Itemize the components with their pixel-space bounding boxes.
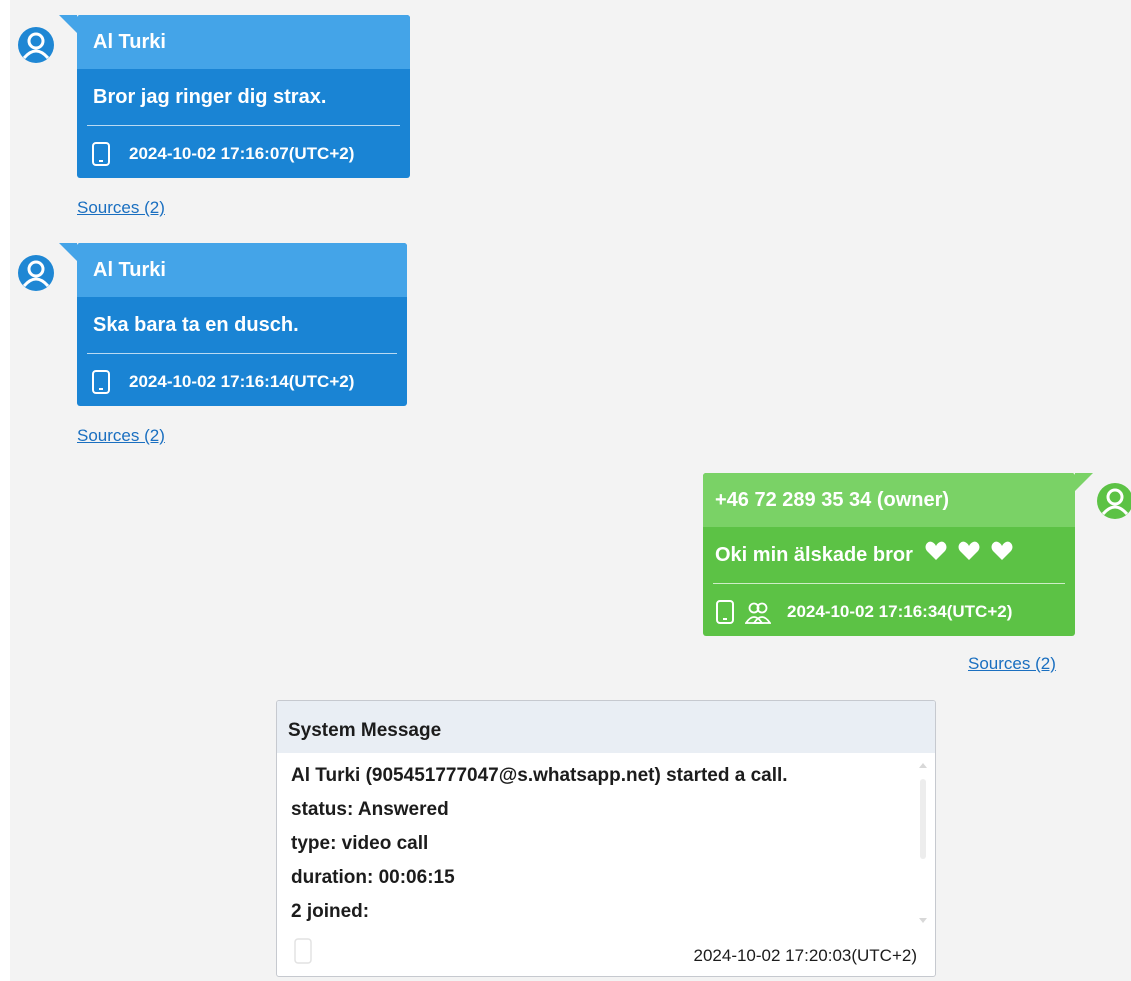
- message-content: Oki min älskade bror: [703, 527, 1075, 583]
- system-message-timestamp: 2024-10-02 17:20:03(UTC+2): [693, 946, 918, 965]
- owner-avatar-icon: [1097, 483, 1131, 519]
- system-message-line: type: video call: [291, 833, 429, 854]
- scroll-down-icon[interactable]: [919, 918, 927, 923]
- heart-icon: [924, 528, 948, 584]
- heart-icon: [957, 528, 981, 584]
- system-message-line: duration: 00:06:15: [291, 867, 455, 888]
- bubble-tail: [1075, 473, 1093, 491]
- message-text: Oki min älskade bror: [715, 544, 913, 566]
- heart-icon: [990, 528, 1014, 584]
- sender-name: +46 72 289 35 34 (owner): [703, 473, 1075, 527]
- scrollbar[interactable]: [917, 763, 929, 923]
- sources-link[interactable]: Sources (2): [77, 198, 165, 218]
- scrollbar-thumb[interactable]: [920, 779, 926, 859]
- sender-name: Al Turki: [77, 15, 410, 69]
- system-message-title: System Message: [277, 701, 935, 753]
- message-footer: 2024-10-02 17:16:07(UTC+2): [77, 126, 410, 182]
- phone-icon: [91, 369, 111, 395]
- phone-icon: [91, 141, 111, 167]
- sender-name: Al Turki: [77, 243, 407, 297]
- message-bubble[interactable]: Al Turki Bror jag ringer dig strax. 2024…: [59, 15, 410, 178]
- system-message-line: Al Turki (905451777047@s.whatsapp.net) s…: [291, 765, 788, 786]
- user-avatar-icon: [18, 255, 54, 291]
- sources-link[interactable]: Sources (2): [968, 654, 1056, 674]
- message-bubble[interactable]: +46 72 289 35 34 (owner) Oki min älskade…: [703, 473, 1093, 636]
- user-avatar-icon: [18, 27, 54, 63]
- message-text: Bror jag ringer dig strax.: [93, 86, 327, 108]
- scroll-up-icon[interactable]: [919, 763, 927, 768]
- message-timestamp: 2024-10-02 17:16:07(UTC+2): [129, 144, 355, 163]
- sources-link[interactable]: Sources (2): [77, 426, 165, 446]
- system-message-box: System Message Al Turki (905451777047@s.…: [276, 700, 936, 977]
- phone-icon: [293, 937, 313, 970]
- bubble-tail: [59, 243, 77, 261]
- message-timestamp: 2024-10-02 17:16:34(UTC+2): [787, 602, 1013, 621]
- message-bubble[interactable]: Al Turki Ska bara ta en dusch. 2024-10-0…: [59, 243, 407, 406]
- message-timestamp: 2024-10-02 17:16:14(UTC+2): [129, 372, 355, 391]
- message-footer: 2024-10-02 17:16:14(UTC+2): [77, 354, 407, 410]
- message-text: Ska bara ta en dusch.: [93, 314, 299, 336]
- chat-canvas: Al Turki Bror jag ringer dig strax. 2024…: [10, 0, 1131, 981]
- bubble-tail: [59, 15, 77, 33]
- system-message-line: status: Answered: [291, 799, 449, 820]
- system-message-content[interactable]: Al Turki (905451777047@s.whatsapp.net) s…: [277, 759, 925, 935]
- phone-icon: [715, 599, 735, 625]
- message-footer: 2024-10-02 17:16:34(UTC+2): [703, 584, 1075, 640]
- group-icon: [744, 599, 772, 625]
- system-message-line: 2 joined:: [291, 901, 370, 922]
